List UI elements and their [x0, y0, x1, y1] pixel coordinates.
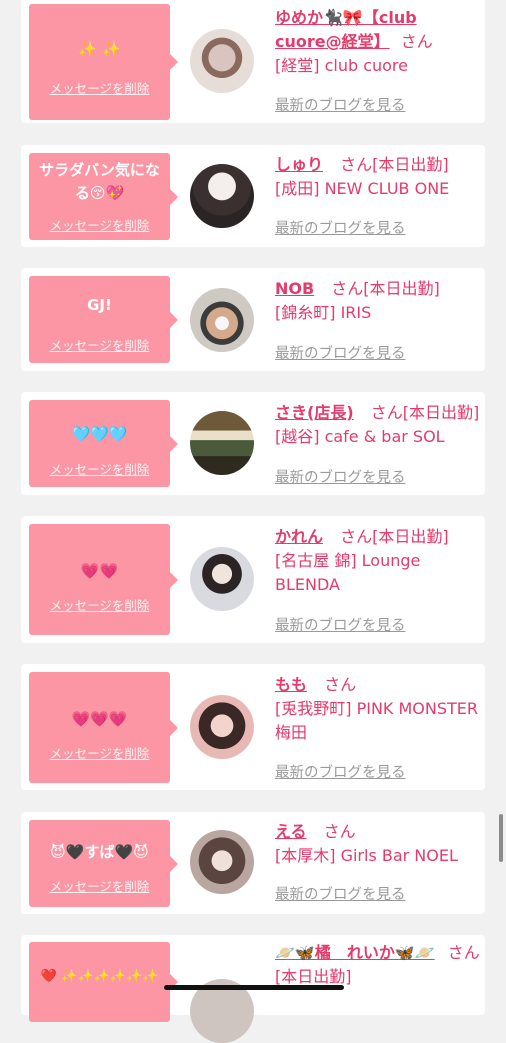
message-card: GJ! メッセージを削除 NOB さん[本日出勤] [錦糸町] IRIS 最新の… [21, 268, 485, 371]
message-text: サラダバン気になる😚💖 [39, 161, 160, 202]
scrollbar[interactable] [499, 814, 503, 862]
avatar[interactable] [190, 288, 254, 352]
shop-name: [越谷] cafe & bar SOL [275, 427, 445, 446]
message-card: 💗💗 メッセージを削除 かれん さん[本日出勤] [名古屋 錦] Lounge … [21, 516, 485, 643]
shop-name: [成田] NEW CLUB ONE [275, 179, 450, 198]
latest-blog-link[interactable]: 最新のブログを見る [275, 883, 406, 904]
cast-name-link[interactable]: もも [275, 675, 307, 694]
honorific: さん [324, 675, 357, 694]
cast-info: しゅり さん[本日出勤] [成田] NEW CLUB ONE [275, 153, 481, 201]
message-bubble: ✨ ✨ メッセージを削除 [29, 4, 178, 120]
message-bubble: GJ! メッセージを削除 [29, 276, 178, 363]
latest-blog-link[interactable]: 最新のブログを見る [275, 94, 406, 115]
message-card: 🩵🩵🩵 メッセージを削除 さき(店長) さん[本日出勤] [越谷] cafe &… [21, 392, 485, 495]
cast-info: さき(店長) さん[本日出勤] [越谷] cafe & bar SOL [275, 401, 481, 449]
message-bubble: 💗💗 メッセージを削除 [29, 524, 178, 635]
avatar[interactable] [190, 29, 254, 93]
honorific: さん [331, 279, 364, 298]
shop-name: [経堂] club cuore [275, 56, 408, 75]
cast-name-link[interactable]: しゅり [275, 155, 323, 174]
message-card: 😈🖤すば🖤😈 メッセージを削除 える さん [本厚木] Girls Bar NO… [21, 812, 485, 914]
cast-name-link[interactable]: ゆめか🐈‍⬛🎀【club cuore@経堂】 [275, 8, 417, 51]
message-text: 💗💗 [80, 562, 119, 580]
shop-name: [兎我野町] PINK MONSTER梅田 [275, 699, 479, 742]
honorific: さん [323, 822, 356, 841]
cast-info: かれん さん[本日出勤] [名古屋 錦] Lounge BLENDA [275, 525, 481, 597]
delete-message-link[interactable]: メッセージを削除 [29, 215, 170, 234]
message-bubble: 🩵🩵🩵 メッセージを削除 [29, 400, 178, 487]
message-bubble: 💗💗💗 メッセージを削除 [29, 672, 178, 783]
delete-message-link[interactable]: メッセージを削除 [29, 595, 170, 614]
message-text: ❤️ ✨✨✨✨✨✨ [40, 969, 159, 984]
message-text: 🩵🩵🩵 [71, 425, 128, 443]
avatar[interactable] [190, 164, 254, 228]
cast-name-link[interactable]: える [275, 822, 307, 841]
honorific: さん [340, 527, 373, 546]
latest-blog-link[interactable]: 最新のブログを見る [275, 217, 406, 238]
shop-name: [名古屋 錦] Lounge BLENDA [275, 551, 421, 594]
avatar[interactable] [190, 547, 254, 611]
message-text: 😈🖤すば🖤😈 [50, 843, 149, 861]
message-card: 💗💗💗 メッセージを削除 もも さん [兎我野町] PINK MONSTER梅田… [21, 664, 485, 790]
delete-message-link[interactable]: メッセージを削除 [29, 335, 170, 354]
message-bubble: サラダバン気になる😚💖 メッセージを削除 [29, 153, 178, 240]
honorific: さん [447, 943, 480, 962]
attendance-tag: [本日出勤] [275, 967, 352, 986]
latest-blog-link[interactable]: 最新のブログを見る [275, 614, 406, 635]
message-text: GJ! [87, 296, 112, 314]
message-text: 💗💗💗 [71, 710, 128, 728]
latest-blog-link[interactable]: 最新のブログを見る [275, 342, 406, 363]
cast-name-link[interactable]: さき(店長) [275, 403, 354, 422]
attendance-tag: [本日出勤] [363, 279, 440, 298]
message-bubble: 😈🖤すば🖤😈 メッセージを削除 [29, 820, 178, 907]
cast-info: もも さん [兎我野町] PINK MONSTER梅田 [275, 673, 481, 745]
avatar[interactable] [190, 695, 254, 759]
cast-name-link[interactable]: かれん [275, 527, 323, 546]
shop-name: [錦糸町] IRIS [275, 303, 372, 322]
cast-name-link[interactable]: 🪐🦋橘 れいか🦋🪐 [275, 943, 435, 962]
honorific: さん [400, 32, 433, 51]
message-card: ✨ ✨ メッセージを削除 ゆめか🐈‍⬛🎀【club cuore@経堂】 さん [… [21, 0, 485, 123]
honorific: さん [340, 155, 373, 174]
delete-message-link[interactable]: メッセージを削除 [29, 743, 170, 762]
cast-info: 🪐🦋橘 れいか🦋🪐 さん [本日出勤] [275, 941, 481, 989]
message-card: ❤️ ✨✨✨✨✨✨ 🪐🦋橘 れいか🦋🪐 さん [本日出勤] [21, 935, 485, 1043]
avatar[interactable] [190, 830, 254, 894]
latest-blog-link[interactable]: 最新のブログを見る [275, 761, 406, 782]
shop-name: [本厚木] Girls Bar NOEL [275, 846, 458, 865]
cast-name-link[interactable]: NOB [275, 279, 314, 298]
avatar[interactable] [190, 411, 254, 475]
attendance-tag: [本日出勤] [402, 403, 480, 422]
message-card: サラダバン気になる😚💖 メッセージを削除 しゅり さん[本日出勤] [成田] N… [21, 145, 485, 247]
home-indicator[interactable] [164, 985, 344, 990]
cast-info: NOB さん[本日出勤] [錦糸町] IRIS [275, 277, 481, 325]
honorific: さん [370, 403, 403, 422]
delete-message-link[interactable]: メッセージを削除 [29, 876, 170, 895]
cast-info: える さん [本厚木] Girls Bar NOEL [275, 820, 481, 868]
latest-blog-link[interactable]: 最新のブログを見る [275, 466, 406, 487]
message-bubble: ❤️ ✨✨✨✨✨✨ [29, 942, 178, 1022]
attendance-tag: [本日出勤] [372, 155, 449, 174]
delete-message-link[interactable]: メッセージを削除 [29, 78, 170, 97]
cast-info: ゆめか🐈‍⬛🎀【club cuore@経堂】 さん [経堂] club cuor… [275, 6, 481, 78]
attendance-tag: [本日出勤] [372, 527, 449, 546]
delete-message-link[interactable]: メッセージを削除 [29, 459, 170, 478]
message-text: ✨ ✨ [78, 40, 121, 58]
